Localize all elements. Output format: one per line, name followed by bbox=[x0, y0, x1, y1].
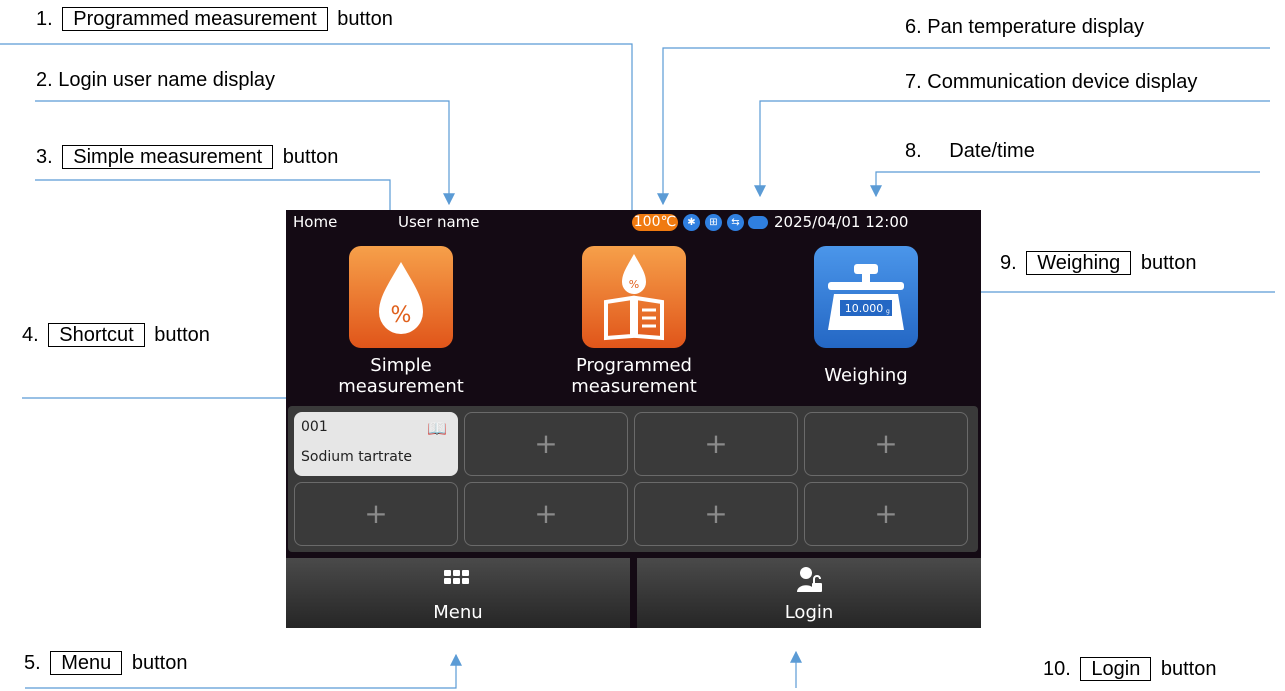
plus-icon: + bbox=[874, 427, 898, 460]
shortcut-button[interactable]: 001 📖 Sodium tartrate bbox=[294, 412, 458, 476]
callout-boxed-label: Login bbox=[1080, 657, 1152, 681]
callout-number: 2. bbox=[36, 69, 53, 91]
user-lock-icon bbox=[797, 567, 822, 592]
weighing-label: Weighing bbox=[824, 365, 908, 386]
network-icon: ⊞ bbox=[705, 214, 722, 231]
callout-pan-temperature: 6. Pan temperature display bbox=[905, 15, 1144, 39]
callout-menu: 5. Menu button bbox=[24, 651, 187, 675]
callout-number: 8. bbox=[905, 140, 922, 162]
login-button[interactable]: Login bbox=[637, 558, 981, 628]
callout-login: 10. Login button bbox=[1043, 657, 1216, 681]
usb-device-icon: ⇆ bbox=[727, 214, 744, 231]
shortcut-number: 001 bbox=[301, 419, 328, 435]
callout-weighing: 9. Weighing button bbox=[1000, 251, 1196, 275]
menu-label: Menu bbox=[433, 602, 483, 623]
callout-suffix: button bbox=[131, 652, 188, 674]
callout-suffix: button bbox=[154, 324, 210, 346]
callout-shortcut: 4. Shortcut button bbox=[22, 323, 210, 347]
callout-boxed-label: Simple measurement bbox=[62, 145, 274, 169]
callout-programmed-measurement: 1. Programmed measurement button bbox=[36, 7, 393, 31]
plus-icon: + bbox=[534, 497, 558, 530]
callout-number: 1. bbox=[36, 8, 53, 30]
shortcut-empty-slot[interactable]: + bbox=[464, 412, 628, 476]
grid-menu-icon bbox=[444, 570, 469, 584]
page-title: Home bbox=[293, 213, 338, 231]
callout-communication-device: 7. Communication device display bbox=[905, 70, 1197, 94]
callout-text: Login user name display bbox=[58, 69, 276, 91]
programmed-measurement-button[interactable]: % bbox=[582, 246, 686, 348]
balance-icon: 10.000 g bbox=[828, 264, 904, 330]
simple-measurement-button[interactable]: % bbox=[349, 246, 453, 348]
plus-icon: + bbox=[704, 427, 728, 460]
callout-number: 6. bbox=[905, 16, 922, 38]
shortcut-name: Sodium tartrate bbox=[301, 449, 412, 465]
pan-temperature: 100℃ bbox=[632, 214, 678, 231]
svg-text:10.000: 10.000 bbox=[845, 302, 884, 315]
menu-button[interactable]: Menu bbox=[286, 558, 630, 628]
login-user-name: User name bbox=[398, 213, 480, 231]
callout-date-time: 8. Date/time bbox=[905, 139, 1035, 163]
callout-boxed-label: Shortcut bbox=[48, 323, 145, 347]
weighing-button[interactable]: 10.000 g bbox=[814, 246, 918, 348]
callout-boxed-label: Menu bbox=[50, 651, 123, 675]
shortcut-empty-slot[interactable]: + bbox=[804, 412, 968, 476]
shortcut-empty-slot[interactable]: + bbox=[634, 482, 798, 546]
callout-login-user-name: 2. Login user name display bbox=[36, 68, 275, 92]
shortcut-empty-slot[interactable]: + bbox=[464, 482, 628, 546]
callout-suffix: button bbox=[1140, 252, 1197, 274]
callout-number: 9. bbox=[1000, 252, 1017, 274]
callout-simple-measurement: 3. Simple measurement button bbox=[36, 145, 338, 169]
status-bar: Home User name 100℃ ✱ ⊞ ⇆ 2025/04/01 12:… bbox=[286, 210, 981, 234]
bluetooth-icon: ✱ bbox=[683, 214, 700, 231]
drop-book-icon: % bbox=[604, 254, 664, 341]
callout-number: 5. bbox=[24, 652, 41, 674]
shortcut-grid: 001 📖 Sodium tartrate + + + + + + + bbox=[288, 406, 978, 552]
plus-icon: + bbox=[704, 497, 728, 530]
plus-icon: + bbox=[364, 497, 388, 530]
callout-text: Communication device display bbox=[927, 71, 1198, 93]
plus-icon: + bbox=[874, 497, 898, 530]
plus-icon: + bbox=[534, 427, 558, 460]
callout-suffix: button bbox=[282, 146, 339, 168]
callout-suffix: button bbox=[337, 8, 393, 30]
simple-measurement-label: Simple measurement bbox=[338, 355, 464, 397]
date-time: 2025/04/01 12:00 bbox=[774, 213, 909, 231]
callout-suffix: button bbox=[1160, 658, 1217, 680]
shortcut-empty-slot[interactable]: + bbox=[294, 482, 458, 546]
callout-number: 3. bbox=[36, 146, 53, 168]
shortcut-empty-slot[interactable]: + bbox=[804, 482, 968, 546]
login-label: Login bbox=[784, 602, 834, 623]
svg-text:g: g bbox=[886, 308, 890, 315]
callout-boxed-label: Weighing bbox=[1026, 251, 1132, 275]
usb-memory-icon bbox=[748, 216, 768, 229]
svg-text:%: % bbox=[391, 303, 412, 328]
drop-percent-icon: % bbox=[379, 262, 423, 334]
callout-number: 4. bbox=[22, 324, 39, 346]
callout-text: Date/time bbox=[949, 140, 1035, 162]
callout-boxed-label: Programmed measurement bbox=[62, 7, 328, 31]
callout-number: 7. bbox=[905, 71, 922, 93]
device-screen: Home User name 100℃ ✱ ⊞ ⇆ 2025/04/01 12:… bbox=[286, 210, 981, 628]
svg-text:%: % bbox=[629, 278, 639, 291]
shortcut-empty-slot[interactable]: + bbox=[634, 412, 798, 476]
book-icon: 📖 bbox=[427, 419, 447, 438]
callout-number: 10. bbox=[1043, 658, 1071, 680]
callout-text: Pan temperature display bbox=[927, 16, 1145, 38]
programmed-measurement-label: Programmed measurement bbox=[571, 355, 697, 397]
